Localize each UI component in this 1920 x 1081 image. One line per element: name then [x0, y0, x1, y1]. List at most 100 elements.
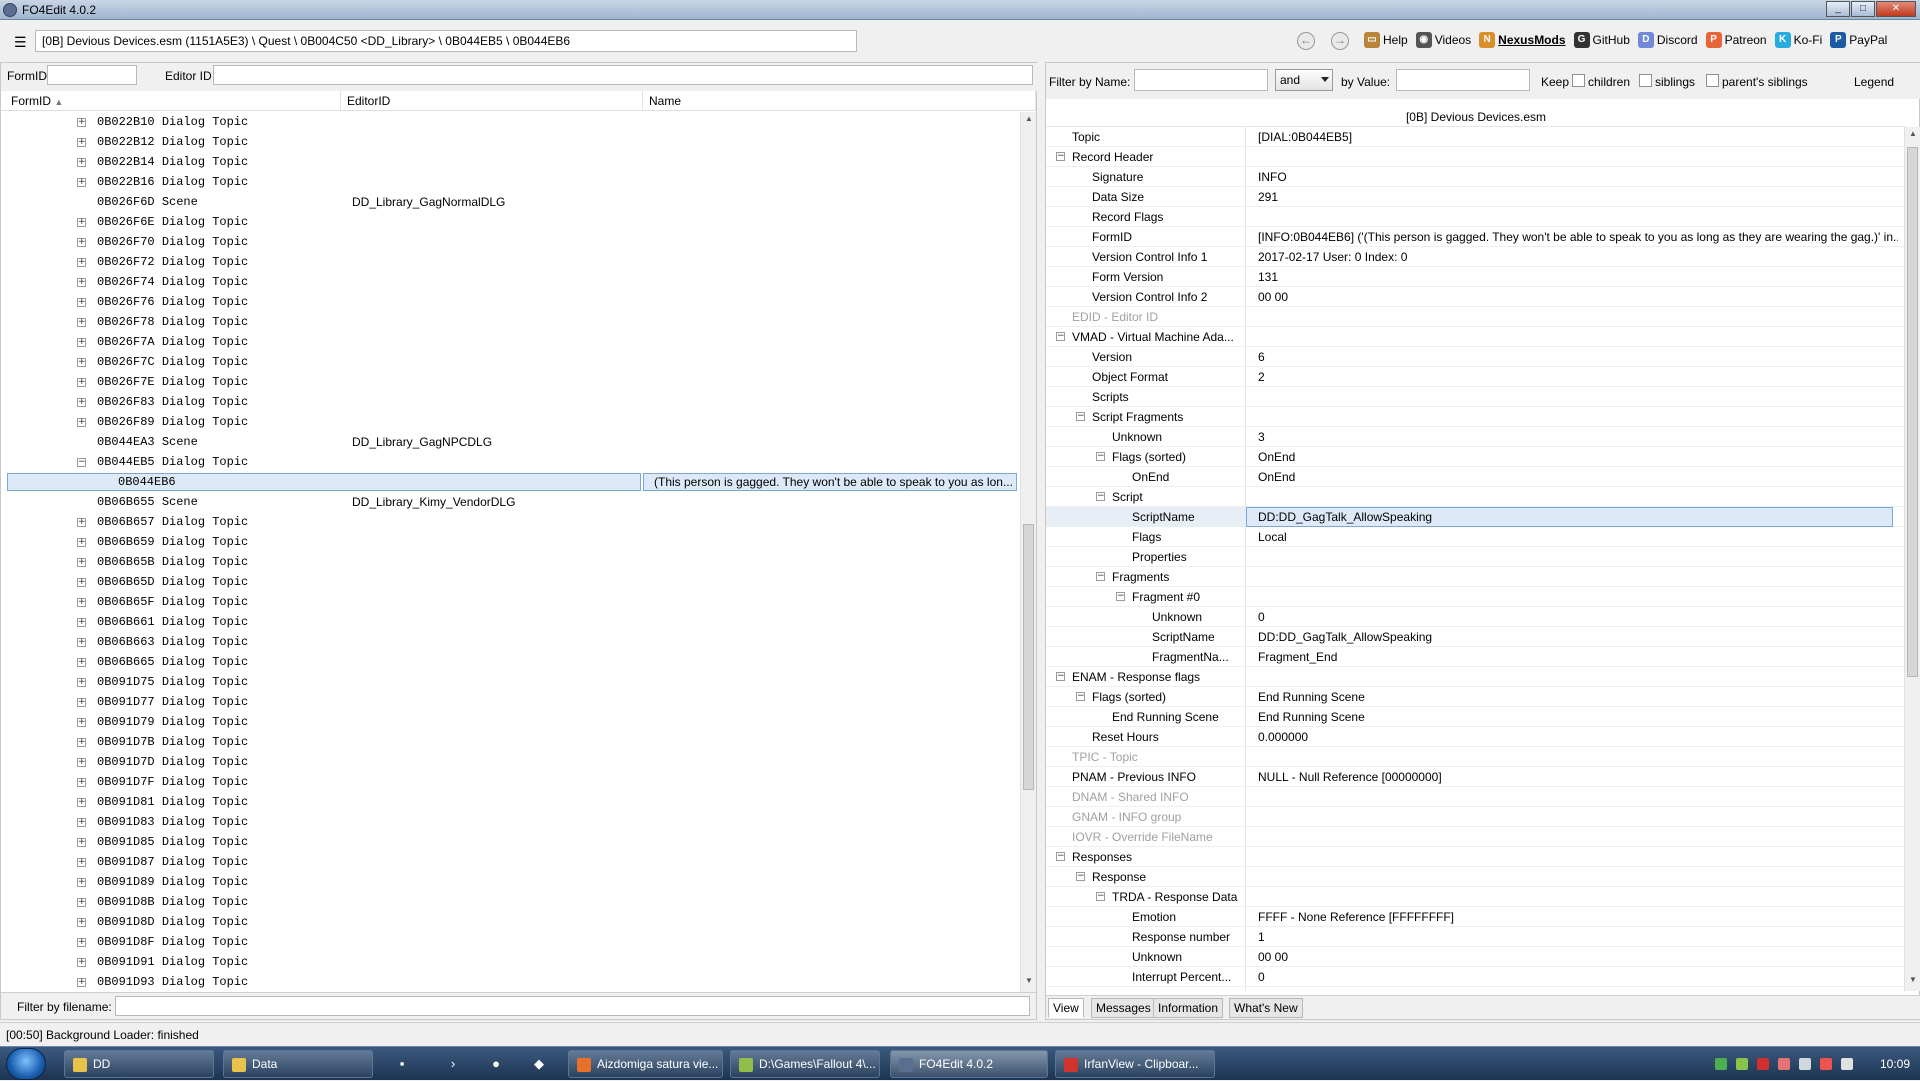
collapse-icon[interactable]: −	[1056, 332, 1065, 341]
tree-row[interactable]: 0B026F6D Scene DD_Library_GagNormalDLG	[1, 192, 1021, 212]
taskbar-browser-button[interactable]: Aizdomiga satura vie...	[568, 1050, 723, 1078]
volume-icon[interactable]	[1840, 1058, 1853, 1070]
tree-row[interactable]: − 0B044EB5 Dialog Topic	[1, 452, 1021, 472]
tree-row[interactable]: +0B091D89 Dialog Topic	[1, 872, 1021, 892]
tree-row[interactable]: +0B091D8D Dialog Topic	[1, 912, 1021, 932]
collapse-icon[interactable]: −	[1076, 692, 1085, 701]
tree-row[interactable]: +0B06B663 Dialog Topic	[1, 632, 1021, 652]
tree-row[interactable]: +0B026F72 Dialog Topic	[1, 252, 1021, 272]
record-path-field[interactable]: [0B] Devious Devices.esm (1151A5E3) \ Qu…	[35, 30, 857, 52]
field-row[interactable]: DNAM - Shared INFO	[1046, 787, 1906, 807]
nexusmods-link[interactable]: N NexusMods	[1479, 32, 1566, 48]
tree-row[interactable]: +0B022B14 Dialog Topic	[1, 152, 1021, 172]
taskbar-dd-button[interactable]: DD	[64, 1050, 214, 1078]
tree-row[interactable]: +0B091D7F Dialog Topic	[1, 772, 1021, 792]
close-button[interactable]: ✕	[1876, 1, 1916, 17]
tray-flag-icon[interactable]	[1777, 1058, 1790, 1070]
field-row[interactable]: Properties	[1046, 547, 1906, 567]
tree-row[interactable]: +0B091D77 Dialog Topic	[1, 692, 1021, 712]
tree-row[interactable]: +0B026F78 Dialog Topic	[1, 312, 1021, 332]
filter-name-input[interactable]	[1134, 69, 1268, 91]
field-row[interactable]: OnEnd OnEnd	[1046, 467, 1906, 487]
tree-row[interactable]: 0B06B655 Scene DD_Library_Kimy_VendorDLG	[1, 492, 1021, 512]
expand-icon[interactable]: +	[77, 758, 86, 767]
back-button[interactable]: ←	[1297, 32, 1315, 50]
collapse-icon[interactable]: −	[1076, 412, 1085, 421]
field-row[interactable]: EDID - Editor ID	[1046, 307, 1906, 327]
field-row[interactable]: Emotion FFFF - None Reference [FFFFFFFF]	[1046, 907, 1906, 927]
tree-row[interactable]: 0B044EA3 Scene DD_Library_GagNPCDLG	[1, 432, 1021, 452]
scroll-down-icon[interactable]: ▼	[1021, 976, 1037, 990]
expand-icon[interactable]: +	[77, 258, 86, 267]
expand-icon[interactable]: +	[77, 618, 86, 627]
paypal-link[interactable]: P PayPal	[1830, 32, 1887, 48]
expand-icon[interactable]: +	[77, 898, 86, 907]
visual-studio-icon[interactable]: ◆	[524, 1050, 554, 1078]
tree-row[interactable]: +0B091D7D Dialog Topic	[1, 752, 1021, 772]
formid-input[interactable]	[47, 65, 137, 85]
expand-icon[interactable]: +	[77, 578, 86, 587]
tree-row[interactable]: +0B06B665 Dialog Topic	[1, 652, 1021, 672]
expand-icon[interactable]: +	[77, 838, 86, 847]
taskbar-explorer-button[interactable]: D:\Games\Fallout 4\...	[730, 1050, 880, 1078]
expand-icon[interactable]: +	[77, 158, 86, 167]
tree-row[interactable]: +0B022B10 Dialog Topic	[1, 112, 1021, 132]
tree-row[interactable]: +0B06B661 Dialog Topic	[1, 612, 1021, 632]
terminal-icon[interactable]: ›	[438, 1050, 468, 1078]
keep-children-checkbox[interactable]	[1572, 74, 1585, 87]
field-row[interactable]: IOVR - Override FileName	[1046, 827, 1906, 847]
taskbar-fo4edit-button[interactable]: FO4Edit 4.0.2	[890, 1050, 1048, 1078]
tab-whats-new[interactable]: What's New	[1229, 998, 1303, 1018]
field-row[interactable]: PNAM - Previous INFO NULL - Null Referenc…	[1046, 767, 1906, 787]
field-row[interactable]: Topic [DIAL:0B044EB5]	[1046, 127, 1906, 147]
tree-row[interactable]: +0B022B16 Dialog Topic	[1, 172, 1021, 192]
field-row[interactable]: Unknown 00 00	[1046, 947, 1906, 967]
field-row[interactable]: Version Control Info 1 2017-02-17 User: 0…	[1046, 247, 1906, 267]
tree-row[interactable]: 0B044EB6 (This person is gagged. They wo…	[1, 472, 1021, 492]
column-editorid[interactable]: EditorID	[341, 91, 643, 111]
tree-row[interactable]: +0B091D8B Dialog Topic	[1, 892, 1021, 912]
expand-icon[interactable]: +	[77, 798, 86, 807]
tree-row[interactable]: +0B026F76 Dialog Topic	[1, 292, 1021, 312]
tree-row[interactable]: +0B026F70 Dialog Topic	[1, 232, 1021, 252]
tree-row[interactable]: +0B091D81 Dialog Topic	[1, 792, 1021, 812]
tree-row[interactable]: +0B091D93 Dialog Topic	[1, 972, 1021, 992]
expand-icon[interactable]: +	[77, 978, 86, 987]
collapse-icon[interactable]: −	[1056, 672, 1065, 681]
expand-icon[interactable]: +	[77, 718, 86, 727]
tree-row[interactable]: +0B026F6E Dialog Topic	[1, 212, 1021, 232]
collapse-icon[interactable]: −	[1096, 572, 1105, 581]
field-row[interactable]: − Flags (sorted) OnEnd	[1046, 447, 1906, 467]
expand-icon[interactable]: +	[77, 358, 86, 367]
clock[interactable]: 10:09	[1880, 1057, 1910, 1071]
expand-icon[interactable]: +	[77, 698, 86, 707]
tree-row[interactable]: +0B026F74 Dialog Topic	[1, 272, 1021, 292]
field-row[interactable]: − Script Fragments	[1046, 407, 1906, 427]
expand-icon[interactable]: +	[77, 538, 86, 547]
tree-row[interactable]: +0B091D91 Dialog Topic	[1, 952, 1021, 972]
tree-row[interactable]: +0B091D7B Dialog Topic	[1, 732, 1021, 752]
tree-row[interactable]: +0B026F83 Dialog Topic	[1, 392, 1021, 412]
field-row[interactable]: − Record Header	[1046, 147, 1906, 167]
field-row[interactable]: Signature INFO	[1046, 167, 1906, 187]
tree-row[interactable]: +0B06B65D Dialog Topic	[1, 572, 1021, 592]
collapse-icon[interactable]: −	[1056, 152, 1065, 161]
column-formid[interactable]: FormID ▲	[5, 91, 341, 111]
tray-security-icon[interactable]	[1756, 1058, 1769, 1070]
taskbar-data-button[interactable]: Data	[223, 1050, 373, 1078]
expand-icon[interactable]: +	[77, 278, 86, 287]
legend-button[interactable]: Legend	[1854, 75, 1894, 89]
field-row[interactable]: ScriptName DD:DD_GagTalk_AllowSpeaking	[1046, 627, 1906, 647]
tree-row[interactable]: +0B026F7C Dialog Topic	[1, 352, 1021, 372]
tree-row[interactable]: +0B06B65F Dialog Topic	[1, 592, 1021, 612]
field-row[interactable]: − Fragment #0	[1046, 587, 1906, 607]
field-row[interactable]: − VMAD - Virtual Machine Ada...	[1046, 327, 1906, 347]
expand-icon[interactable]: +	[77, 818, 86, 827]
chrome-icon[interactable]: ●	[481, 1050, 511, 1078]
field-row[interactable]: End Running Scene End Running Scene	[1046, 707, 1906, 727]
tree-row[interactable]: +0B06B657 Dialog Topic	[1, 512, 1021, 532]
discord-link[interactable]: D Discord	[1637, 32, 1698, 48]
expand-icon[interactable]: +	[77, 378, 86, 387]
maximize-button[interactable]: □	[1851, 1, 1875, 17]
field-row[interactable]: FormID [INFO:0B044EB6] ('(This person is …	[1046, 227, 1906, 247]
